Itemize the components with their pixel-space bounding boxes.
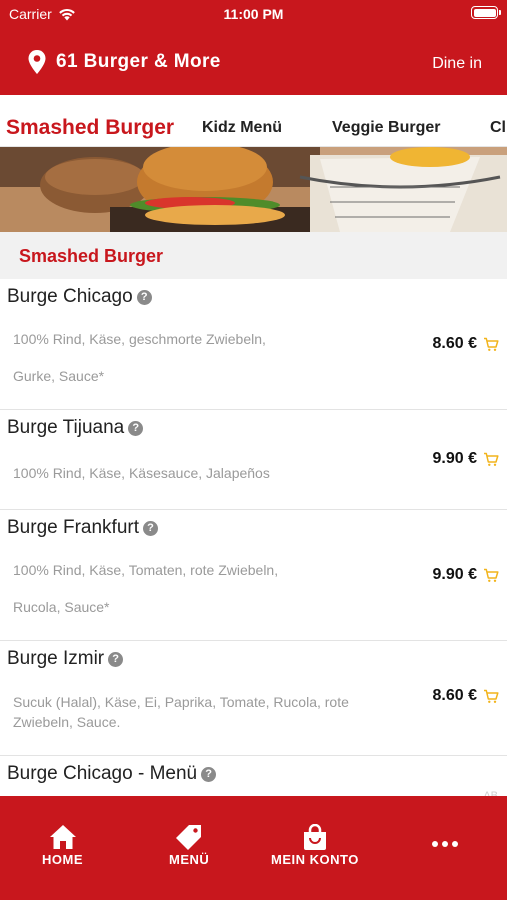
info-icon[interactable]: ? bbox=[201, 766, 217, 782]
info-icon[interactable]: ? bbox=[128, 420, 144, 436]
battery-icon bbox=[471, 6, 501, 19]
store-selector[interactable]: 61 Burger & More bbox=[28, 50, 221, 74]
menu-item-description-2: Rucola, Sauce* bbox=[13, 599, 110, 615]
menu-item-description: 100% Rind, Käse, geschmorte Zwiebeln, bbox=[13, 331, 266, 347]
menu-item-description: 100% Rind, Käse, Tomaten, rote Zwiebeln, bbox=[13, 562, 279, 578]
menu-item-name: Burge Tijuana bbox=[7, 417, 125, 438]
nav-home-label: HOME bbox=[42, 852, 83, 867]
menu-item-price: 9.90 € bbox=[432, 450, 477, 467]
cart-icon[interactable] bbox=[483, 568, 499, 583]
menu-item-price: 8.60 € bbox=[432, 687, 477, 704]
section-header: Smashed Burger bbox=[0, 232, 507, 279]
menu-item-name: Burge Chicago bbox=[7, 286, 133, 307]
nav-menu-label: MENÜ bbox=[169, 852, 210, 867]
menu-item-name-row: Burge Tijuana ? bbox=[7, 417, 144, 439]
menu-item-description: 100% Rind, Käse, Käsesauce, Jalapeños bbox=[13, 465, 270, 481]
menu-item[interactable]: Burge Tijuana ? 100% Rind, Käse, Käsesau… bbox=[0, 410, 507, 510]
menu-item-name: Burge Chicago - Menü bbox=[7, 763, 198, 784]
menu-item[interactable]: Burge Chicago ? 100% Rind, Käse, geschmo… bbox=[0, 279, 507, 410]
top-bar: Carrier 11:00 PM 61 Burger & More Dine i… bbox=[0, 0, 507, 95]
category-tabs: Smashed Burger Kidz Menü Veggie Burger C… bbox=[0, 95, 507, 147]
menu-item-price-row[interactable]: 8.60 € bbox=[433, 335, 499, 353]
section-title: Smashed Burger bbox=[19, 246, 164, 266]
tab-kidz-menu[interactable]: Kidz Menü bbox=[202, 119, 282, 137]
store-name: 61 Burger & More bbox=[56, 51, 221, 72]
menu-item-name-row: Burge Izmir ? bbox=[7, 648, 124, 670]
tag-icon bbox=[176, 825, 202, 850]
tab-veggie-burger[interactable]: Veggie Burger bbox=[332, 119, 440, 137]
more-icon[interactable] bbox=[432, 841, 458, 847]
menu-item-name: Burge Izmir bbox=[7, 648, 105, 669]
tab-partial[interactable]: Cl bbox=[490, 119, 506, 137]
burger-photo bbox=[0, 147, 507, 232]
tab-smashed-burger[interactable]: Smashed Burger bbox=[6, 116, 174, 140]
menu-item-description-2: Zwiebeln, Sauce. bbox=[13, 714, 121, 730]
menu-item-description: Sucuk (Halal), Käse, Ei, Paprika, Tomate… bbox=[13, 694, 349, 710]
info-icon[interactable]: ? bbox=[108, 651, 124, 667]
home-icon bbox=[49, 825, 76, 849]
info-icon[interactable]: ? bbox=[136, 289, 152, 305]
cart-icon[interactable] bbox=[483, 452, 499, 467]
dine-in-toggle[interactable]: Dine in bbox=[432, 55, 482, 73]
menu-item[interactable]: Burge Izmir ? Sucuk (Halal), Käse, Ei, P… bbox=[0, 641, 507, 756]
menu-item[interactable]: Burge Frankfurt ? 100% Rind, Käse, Tomat… bbox=[0, 510, 507, 641]
nav-menu[interactable]: MENÜ bbox=[169, 824, 209, 867]
cart-icon[interactable] bbox=[483, 337, 499, 352]
nav-account-label: MEIN KONTO bbox=[271, 852, 359, 867]
info-icon[interactable]: ? bbox=[143, 520, 158, 536]
menu-item-price-row[interactable]: 9.90 € bbox=[433, 566, 499, 584]
menu-item-price: 8.60 € bbox=[432, 335, 477, 352]
menu-item-name-row: Burge Chicago ? bbox=[7, 286, 152, 308]
status-bar: Carrier 11:00 PM bbox=[0, 0, 507, 28]
bag-icon bbox=[303, 824, 326, 850]
status-time: 11:00 PM bbox=[223, 6, 284, 22]
nav-home[interactable]: HOME bbox=[42, 824, 83, 867]
app-screen: Carrier 11:00 PM 61 Burger & More Dine i… bbox=[0, 0, 507, 900]
cart-icon[interactable] bbox=[483, 689, 499, 704]
menu-item-price: 9.90 € bbox=[432, 566, 477, 583]
nav-account[interactable]: MEIN KONTO bbox=[271, 824, 359, 867]
menu-item-price-row[interactable]: 9.90 € bbox=[433, 450, 499, 468]
menu-item-name-row: Burge Frankfurt ? bbox=[7, 517, 158, 539]
location-pin-icon bbox=[28, 50, 46, 74]
bottom-nav: HOME MENÜ MEIN KONTO bbox=[0, 796, 507, 900]
menu-item-name: Burge Frankfurt bbox=[7, 517, 139, 538]
category-banner-image bbox=[0, 147, 507, 232]
menu-item-price-row[interactable]: 8.60 € bbox=[433, 687, 499, 705]
menu-item-description-2: Gurke, Sauce* bbox=[13, 368, 105, 384]
menu-item-name-row: Burge Chicago - Menü ? bbox=[7, 763, 217, 785]
